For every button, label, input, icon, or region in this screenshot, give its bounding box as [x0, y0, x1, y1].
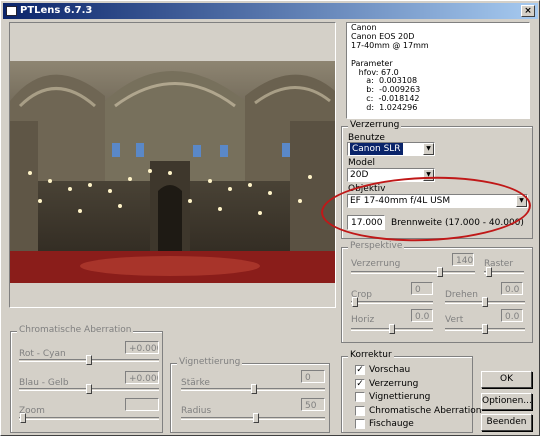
zoom-value[interactable]: [125, 398, 159, 411]
model-label: Model: [348, 158, 376, 168]
radius-label: Radius: [181, 406, 212, 416]
ok-button[interactable]: OK: [481, 371, 532, 388]
horiz-slider[interactable]: [351, 324, 433, 334]
korrektur-label: Fischauge: [369, 419, 414, 429]
slider-thumb[interactable]: [251, 384, 257, 394]
app-icon: [6, 6, 17, 16]
rot-cyan-slider[interactable]: [19, 355, 159, 365]
starke-label: Stärke: [181, 378, 210, 388]
persp-verzerrung-label: Verzerrung: [351, 259, 401, 269]
slider-thumb[interactable]: [352, 297, 358, 307]
perspektive-group-label: Perspektive: [348, 241, 405, 251]
slider-thumb[interactable]: [437, 267, 443, 277]
vert-slider[interactable]: [445, 324, 525, 334]
lens-info-box: Canon Canon EOS 20D 17-40mm @ 17mm Paramet…: [346, 22, 530, 119]
image-preview: [9, 22, 336, 308]
rot-cyan-value[interactable]: +0.0000: [125, 341, 159, 354]
persp-verzerrung-value[interactable]: 140: [452, 253, 474, 266]
korrektur-checkbox[interactable]: [355, 405, 365, 416]
mosque-photo: [10, 61, 335, 283]
blau-gelb-slider[interactable]: [19, 384, 159, 394]
korrektur-label: Chromatische Aberration: [369, 405, 482, 416]
persp-verzerrung-slider[interactable]: [351, 267, 475, 277]
title-bar[interactable]: PTLens 6.7.3 ×: [3, 3, 538, 19]
korrektur-checkbox[interactable]: [355, 419, 365, 429]
drehen-value[interactable]: 0.0: [501, 282, 523, 295]
window-title: PTLens 6.7.3: [20, 5, 93, 16]
korrektur-checkbox[interactable]: ✓: [355, 378, 365, 389]
chromatic-group-label: Chromatische Aberration: [17, 325, 134, 335]
beenden-button[interactable]: Beenden: [481, 414, 532, 431]
slider-thumb[interactable]: [482, 324, 488, 334]
korrektur-group-label: Korrektur: [348, 350, 394, 360]
rot-cyan-label: Rot - Cyan: [19, 349, 66, 359]
blau-gelb-value[interactable]: +0.0000: [125, 371, 159, 384]
korrektur-checkbox[interactable]: ✓: [355, 365, 365, 375]
slider-thumb[interactable]: [389, 324, 395, 334]
korrektur-checkbox[interactable]: [355, 392, 365, 402]
starke-value[interactable]: 0: [301, 370, 325, 383]
verzerrung-group-label: Verzerrung: [348, 120, 402, 130]
radius-value[interactable]: 50: [301, 398, 325, 411]
ptlens-window: PTLens 6.7.3 × Canon Canon EOS 20D 17-40…: [0, 0, 540, 436]
horiz-label: Horiz: [351, 315, 375, 325]
starke-slider[interactable]: [181, 384, 325, 394]
raster-slider[interactable]: [484, 267, 524, 277]
drehen-slider[interactable]: [445, 297, 525, 307]
korrektur-label: Vorschau: [369, 365, 411, 375]
drehen-label: Drehen: [445, 290, 478, 300]
benutze-value: Canon SLR: [350, 143, 403, 155]
radius-slider[interactable]: [181, 413, 325, 423]
optionen-button[interactable]: Optionen...: [481, 393, 532, 410]
vert-value[interactable]: 0.0: [501, 309, 523, 322]
korrektur-label: Vignettierung: [369, 392, 431, 402]
crop-value[interactable]: 0: [411, 282, 433, 295]
close-button[interactable]: ×: [521, 5, 535, 17]
slider-thumb[interactable]: [253, 413, 259, 423]
slider-thumb[interactable]: [482, 297, 488, 307]
zoom-slider[interactable]: [19, 413, 159, 423]
chevron-down-icon[interactable]: ▼: [423, 143, 434, 155]
model-value: 20D: [350, 170, 369, 180]
benutze-select[interactable]: Canon SLR ▼: [347, 142, 435, 156]
slider-thumb[interactable]: [20, 413, 26, 423]
vignettierung-group-label: Vignettierung: [177, 357, 243, 367]
info-line: d: 1.024296: [351, 103, 418, 113]
blau-gelb-label: Blau - Gelb: [19, 378, 69, 388]
vert-label: Vert: [445, 315, 464, 325]
crop-slider[interactable]: [351, 297, 433, 307]
korrektur-label: Verzerrung: [369, 378, 419, 389]
slider-thumb[interactable]: [86, 355, 92, 365]
info-line: 17-40mm @ 17mm: [351, 40, 429, 50]
slider-thumb[interactable]: [86, 384, 92, 394]
slider-thumb[interactable]: [486, 267, 492, 277]
horiz-value[interactable]: 0.0: [411, 309, 433, 322]
